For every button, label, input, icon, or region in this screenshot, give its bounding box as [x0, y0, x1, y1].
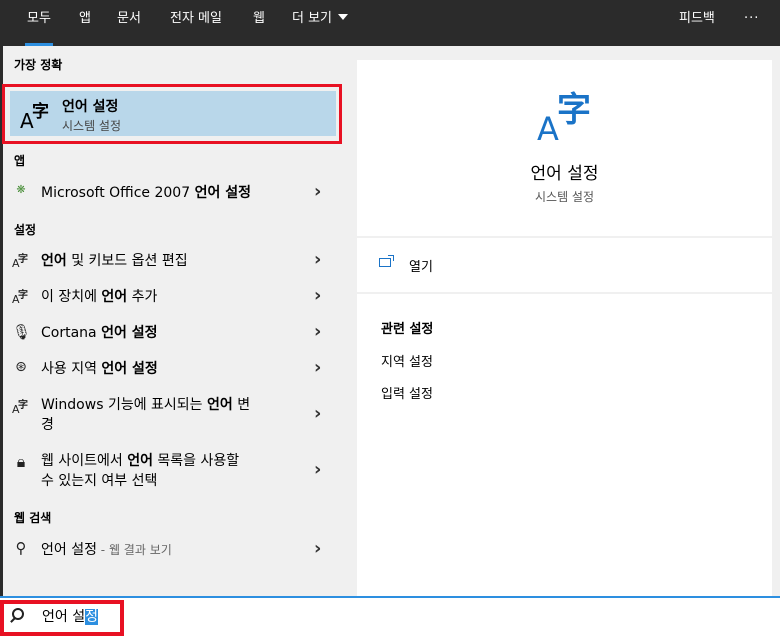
chevron-right-icon: ›: [314, 357, 322, 378]
lock-icon: 🔒︎: [16, 452, 26, 471]
list-item-label: 웹 사이트에서 언어 목록을 사용할 수 있는지 여부 선택: [41, 453, 240, 489]
tab-web[interactable]: 웹: [253, 0, 265, 46]
detail-title: 언어 설정: [530, 164, 599, 184]
language-icon: A字: [12, 400, 28, 416]
list-item-language-keyboard[interactable]: A字 언어 및 키보드 옵션 편집 ›: [0, 249, 346, 274]
list-item-windows-display-language[interactable]: A字 Windows 기능에 표시되는 언어 변경 ›: [0, 395, 346, 437]
related-settings-header: 관련 설정: [381, 322, 434, 337]
section-apps: 앱: [14, 154, 26, 168]
chevron-right-icon: ›: [314, 321, 322, 342]
related-link-input[interactable]: 입력 설정: [381, 383, 433, 402]
divider: [357, 292, 772, 294]
chevron-right-icon: ›: [314, 538, 322, 559]
best-match-title: 언어 설정: [62, 99, 119, 115]
tab-all[interactable]: 모두: [25, 0, 53, 46]
tab-documents[interactable]: 문서: [117, 0, 141, 46]
related-link-region[interactable]: 지역 설정: [381, 351, 433, 370]
list-item-label: 언어 및 키보드 옵션 편집: [41, 253, 188, 269]
language-icon: A字: [537, 90, 591, 148]
open-label: 열기: [409, 260, 433, 275]
tab-more[interactable]: 더 보기: [292, 0, 349, 46]
chevron-right-icon: ›: [314, 459, 322, 480]
chevron-right-icon: ›: [314, 249, 322, 270]
chevron-down-icon: [338, 14, 349, 20]
microphone-icon: 🎙: [12, 323, 32, 341]
chevron-right-icon: ›: [314, 403, 322, 424]
more-options-button[interactable]: ···: [744, 0, 759, 46]
language-icon: A字: [12, 290, 28, 306]
list-item-add-language[interactable]: A字 이 장치에 언어 추가 ›: [0, 285, 346, 310]
tab-apps[interactable]: 앱: [79, 0, 91, 46]
detail-panel: A字 언어 설정 시스템 설정 열기 관련 설정 지역 설정 입력 설정: [357, 60, 772, 596]
top-tab-bar: 모두 앱 문서 전자 메일 웹 더 보기 피드백 ···: [0, 0, 780, 46]
list-item-region-language[interactable]: ⊛ 사용 지역 언어 설정 ›: [0, 357, 346, 382]
chevron-right-icon: ›: [314, 285, 322, 306]
open-external-icon: [379, 255, 394, 267]
language-icon: A字: [12, 254, 28, 270]
list-item-label: Cortana 언어 설정: [41, 325, 158, 341]
search-query[interactable]: 언어 설정: [42, 606, 98, 626]
list-item-label: 언어 설정 - 웹 결과 보기: [41, 542, 172, 558]
list-item-website-language-list[interactable]: 🔒︎ 웹 사이트에서 언어 목록을 사용할 수 있는지 여부 선택 ›: [0, 451, 346, 493]
list-item-web-search[interactable]: ⚲ 언어 설정 - 웹 결과 보기 ›: [0, 538, 346, 563]
search-icon: ⚲: [15, 539, 27, 557]
section-web-search: 웹 검색: [14, 511, 52, 525]
office-app-icon: ❋: [16, 183, 26, 196]
detail-subtitle: 시스템 설정: [534, 190, 594, 204]
search-selection: 정: [85, 609, 98, 625]
best-match-highlight: A字 언어 설정 시스템 설정: [2, 84, 342, 144]
search-icon: [12, 608, 24, 620]
section-settings: 설정: [14, 223, 37, 237]
list-item-cortana-language[interactable]: 🎙 Cortana 언어 설정 ›: [0, 321, 346, 346]
globe-icon: ⊛: [15, 359, 27, 375]
tab-more-label: 더 보기: [292, 11, 333, 26]
divider: [357, 236, 772, 238]
list-item-office-language[interactable]: ❋ Microsoft Office 2007 언어 설정 ›: [0, 181, 346, 206]
best-match-subtitle: 시스템 설정: [62, 119, 122, 133]
chevron-right-icon: ›: [314, 181, 322, 202]
list-item-label: Windows 기능에 표시되는 언어 변경: [41, 397, 251, 433]
tab-email[interactable]: 전자 메일: [170, 0, 222, 46]
list-item-label: 사용 지역 언어 설정: [41, 361, 158, 377]
best-match-item[interactable]: A字 언어 설정 시스템 설정: [10, 91, 336, 136]
list-item-label: 이 장치에 언어 추가: [41, 289, 158, 305]
list-item-label: Microsoft Office 2007 언어 설정: [41, 185, 251, 201]
section-best-match: 가장 정확: [14, 58, 63, 72]
feedback-button[interactable]: 피드백: [679, 0, 715, 46]
